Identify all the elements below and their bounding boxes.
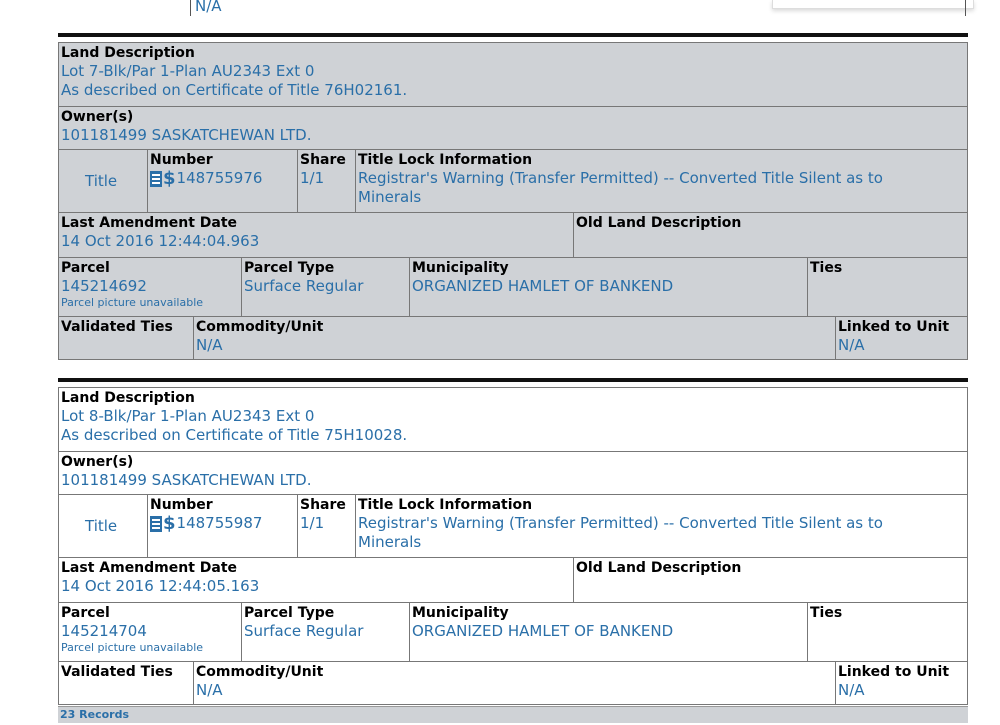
record-table: Land Description Lot 8-Blk/Par 1-Plan AU…	[58, 387, 968, 705]
parcel-label: Parcel	[61, 605, 110, 621]
last-amendment-value: 14 Oct 2016 12:44:04.963	[61, 232, 260, 250]
municipality-link[interactable]: ORGANIZED HAMLET OF BANKEND	[412, 622, 673, 640]
dollar-icon[interactable]: $	[163, 514, 176, 533]
title-number-link[interactable]: 148755976	[177, 169, 263, 188]
commodity-value: N/A	[196, 336, 223, 354]
share-value: 1/1	[300, 169, 325, 187]
records-footer: 23 Records	[58, 706, 968, 723]
parcel-label: Parcel	[61, 260, 110, 276]
amendment-row: Last Amendment Date 14 Oct 2016 12:44:05…	[59, 558, 967, 603]
parcel-picture-note: Parcel picture unavailable	[61, 296, 204, 309]
owner-row: Owner(s) 101181499 SASKATCHEWAN LTD.	[59, 452, 967, 495]
parcel-type-value: Surface Regular	[244, 622, 364, 640]
title-lock-line1: Registrar's Warning (Transfer Permitted)…	[358, 169, 883, 187]
document-icon[interactable]	[150, 170, 162, 187]
divider	[965, 0, 966, 16]
parcel-link[interactable]: 145214692	[61, 277, 147, 295]
share-value: 1/1	[300, 514, 325, 532]
parcel-link[interactable]: 145214704	[61, 622, 147, 640]
title-lock-line1: Registrar's Warning (Transfer Permitted)…	[358, 514, 883, 532]
old-land-description-label: Old Land Description	[576, 215, 742, 231]
amendment-row: Last Amendment Date 14 Oct 2016 12:44:04…	[59, 213, 967, 258]
old-land-description-label: Old Land Description	[576, 560, 742, 576]
commodity-label: Commodity/Unit	[196, 319, 324, 335]
last-amendment-value: 14 Oct 2016 12:44:05.163	[61, 577, 260, 595]
linked-to-unit-value: N/A	[838, 681, 865, 699]
dollar-icon[interactable]: $	[163, 169, 176, 188]
land-description-line2: As described on Certificate of Title 75H…	[61, 426, 408, 444]
land-description-label: Land Description	[61, 390, 195, 406]
title-lock-line2: Minerals	[358, 188, 422, 206]
parcel-picture-note: Parcel picture unavailable	[61, 641, 204, 654]
municipality-label: Municipality	[412, 260, 509, 276]
records-count: 23 Records	[60, 708, 129, 721]
last-amendment-label: Last Amendment Date	[61, 560, 238, 576]
land-description-label: Land Description	[61, 45, 195, 61]
previous-record-fragment: N/A	[0, 0, 1000, 18]
last-amendment-label: Last Amendment Date	[61, 215, 238, 231]
title-row: Title Number $ 148755987 Share 1/1 Title…	[59, 495, 967, 558]
title-number-link[interactable]: 148755987	[177, 514, 263, 533]
parcel-row: Parcel 145214692 Parcel picture unavaila…	[59, 258, 967, 317]
owner-link[interactable]: 101181499 SASKATCHEWAN LTD.	[61, 471, 311, 489]
record-separator	[58, 378, 968, 382]
title-word: Title	[85, 517, 118, 535]
owners-label: Owner(s)	[61, 109, 134, 125]
validated-ties-label: Validated Ties	[61, 664, 173, 680]
title-word: Title	[85, 172, 118, 190]
linked-to-unit-value: N/A	[838, 336, 865, 354]
title-lock-line2: Minerals	[358, 533, 422, 551]
validated-row: Validated Ties Commodity/Unit N/A Linked…	[59, 317, 967, 359]
municipality-link[interactable]: ORGANIZED HAMLET OF BANKEND	[412, 277, 673, 295]
number-label: Number	[150, 152, 213, 168]
linked-to-unit-label: Linked to Unit	[838, 664, 950, 680]
owners-label: Owner(s)	[61, 454, 134, 470]
number-label: Number	[150, 497, 213, 513]
title-lock-label: Title Lock Information	[358, 497, 533, 513]
land-description-row: Land Description Lot 8-Blk/Par 1-Plan AU…	[59, 388, 967, 452]
land-description-line1: Lot 8-Blk/Par 1-Plan AU2343 Ext 0	[61, 407, 315, 425]
commodity-label: Commodity/Unit	[196, 664, 324, 680]
parcel-type-label: Parcel Type	[244, 605, 335, 621]
parcel-row: Parcel 145214704 Parcel picture unavaila…	[59, 603, 967, 662]
ties-label: Ties	[810, 260, 843, 276]
land-description-row: Land Description Lot 7-Blk/Par 1-Plan AU…	[59, 43, 967, 107]
previous-linked-value: N/A	[195, 0, 222, 15]
commodity-value: N/A	[196, 681, 223, 699]
popup-fragment	[772, 0, 974, 9]
ties-label: Ties	[810, 605, 843, 621]
title-lock-label: Title Lock Information	[358, 152, 533, 168]
parcel-type-label: Parcel Type	[244, 260, 335, 276]
land-description-line2: As described on Certificate of Title 76H…	[61, 81, 408, 99]
record-separator	[58, 33, 968, 37]
validated-row: Validated Ties Commodity/Unit N/A Linked…	[59, 662, 967, 704]
share-label: Share	[300, 497, 346, 513]
divider	[190, 0, 191, 16]
municipality-label: Municipality	[412, 605, 509, 621]
validated-ties-label: Validated Ties	[61, 319, 173, 335]
record-table: Land Description Lot 7-Blk/Par 1-Plan AU…	[58, 42, 968, 360]
owner-link[interactable]: 101181499 SASKATCHEWAN LTD.	[61, 126, 311, 144]
document-icon[interactable]	[150, 515, 162, 532]
parcel-type-value: Surface Regular	[244, 277, 364, 295]
share-label: Share	[300, 152, 346, 168]
title-row: Title Number $ 148755976 Share 1/1 Title…	[59, 150, 967, 213]
owner-row: Owner(s) 101181499 SASKATCHEWAN LTD.	[59, 107, 967, 150]
linked-to-unit-label: Linked to Unit	[838, 319, 950, 335]
land-description-line1: Lot 7-Blk/Par 1-Plan AU2343 Ext 0	[61, 62, 315, 80]
